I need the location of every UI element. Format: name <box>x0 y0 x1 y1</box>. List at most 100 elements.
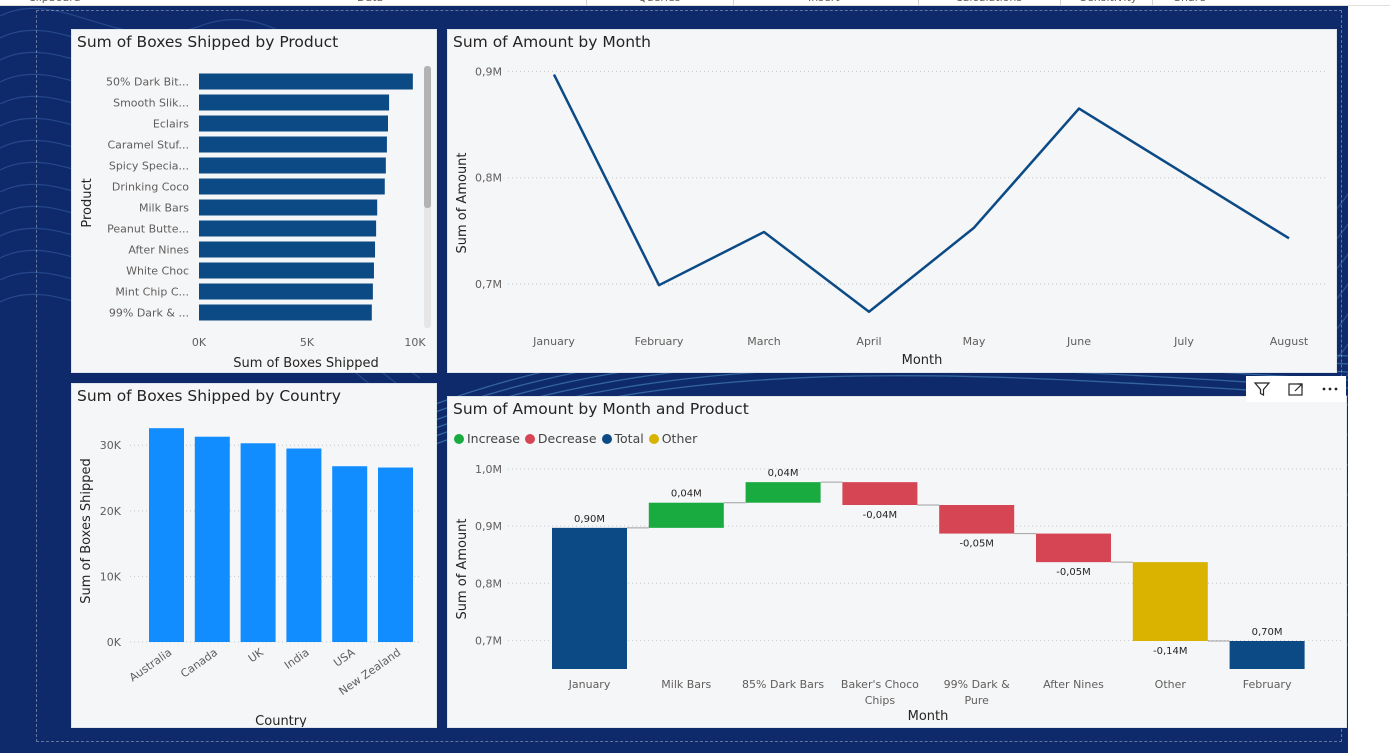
category-label: Spicy Specia... <box>109 160 189 173</box>
x-tick-label-line: Chips <box>865 694 896 707</box>
x-tick-label-line: Baker's Choco <box>841 678 919 691</box>
x-tick-label: February <box>1243 678 1292 691</box>
x-tick-label: Australia <box>127 646 174 685</box>
x-tick-label-line: Milk Bars <box>661 678 711 691</box>
y-axis-title: Product <box>80 178 95 227</box>
x-tick-label: May <box>963 335 986 348</box>
waterfall-bar <box>842 482 918 505</box>
x-tick-label: USA <box>331 646 357 670</box>
bar <box>194 436 230 642</box>
category-label: Peanut Butte... <box>107 223 189 236</box>
canvas-right-margin <box>1348 6 1390 753</box>
scrollbar-thumb[interactable] <box>424 66 431 208</box>
ribbon-group-label: Share <box>1174 0 1206 4</box>
data-label: -0,04M <box>863 510 898 521</box>
x-tick-label: January <box>568 678 611 691</box>
x-tick-label: 5K <box>300 336 315 349</box>
x-tick-label: 85% Dark Bars <box>742 678 824 691</box>
x-tick-label-line: After Nines <box>1043 678 1104 691</box>
ribbon-group-label: Queries <box>638 0 680 4</box>
y-tick-label: 30K <box>100 439 122 452</box>
visual-amount-waterfall[interactable]: Sum of Amount by Month and Product Incre… <box>447 396 1347 728</box>
data-label: -0,14M <box>1153 646 1188 657</box>
bar <box>149 428 184 642</box>
bar <box>199 73 413 90</box>
ribbon-group-label: Insert <box>808 0 840 4</box>
x-tick-label: June <box>1066 335 1091 348</box>
x-tick-label-line: 85% Dark Bars <box>742 678 824 691</box>
filter-button[interactable] <box>1248 378 1276 400</box>
x-tick-label: Canada <box>178 646 220 681</box>
ribbon-group-label: Sensitivity <box>1080 0 1137 4</box>
visual-boxes-by-country[interactable]: Sum of Boxes Shipped by Country 0K 10K 20K… <box>71 383 437 728</box>
x-tick-label: After Nines <box>1043 678 1104 691</box>
x-axis-title: Month <box>908 709 949 724</box>
x-tick-label: April <box>856 335 881 348</box>
bar <box>199 199 378 216</box>
series-line <box>552 73 1290 314</box>
category-label: Milk Bars <box>139 202 189 215</box>
y-tick-label: 20K <box>100 505 122 518</box>
bar <box>199 304 372 321</box>
visual-header-toolbar <box>1246 376 1346 402</box>
bar <box>378 467 413 642</box>
x-tick-label: Milk Bars <box>661 678 711 691</box>
data-label: 0,04M <box>768 468 799 479</box>
x-tick-label-line: January <box>568 678 611 691</box>
column-chart-country: 0K10K20K30KAustralia Canada UK India USANew … <box>79 428 422 728</box>
y-tick-label: 0,8M <box>475 172 502 185</box>
report-canvas: Sum of Boxes Shipped by Product 50% Dark… <box>0 6 1390 753</box>
x-tick-label: February <box>635 335 684 348</box>
x-tick-label: 99% Dark & Pure <box>944 678 1011 707</box>
x-tick-label-line: February <box>1243 678 1292 691</box>
bar <box>199 178 385 195</box>
waterfall-bar <box>745 482 821 503</box>
y-tick-label: 1,0M <box>475 463 502 476</box>
x-tick-label: July <box>1173 335 1194 348</box>
y-tick-label: 0,8M <box>475 577 502 590</box>
bar <box>199 115 388 132</box>
x-tick-label: August <box>1270 335 1309 348</box>
bar <box>199 283 373 300</box>
category-label: Smooth Slik... <box>113 97 189 110</box>
y-tick-label: 0,9M <box>475 65 502 78</box>
bar-chart-product: 50% Dark Bit... Smooth Slik... Eclairs Cara… <box>80 73 426 371</box>
line-chart-month: 0,7M 0,8M 0,9M January February March April May… <box>455 65 1328 368</box>
x-tick-label-line: 99% Dark & <box>944 678 1011 691</box>
waterfall-bar <box>1229 641 1305 669</box>
waterfall-chart: 0,7M 0,8M 0,9M 1,0M 0,90M January 0,04M Milk Ba… <box>455 463 1343 724</box>
bar <box>199 220 377 237</box>
more-options-button[interactable] <box>1316 378 1344 400</box>
bar <box>286 448 322 642</box>
x-axis-title: Country <box>255 714 307 728</box>
visual-boxes-by-product[interactable]: Sum of Boxes Shipped by Product 50% Dark… <box>71 29 437 373</box>
data-label: -0,05M <box>1056 567 1091 578</box>
waterfall-bar <box>1132 562 1208 641</box>
x-tick-label: UK <box>246 645 267 665</box>
x-tick-label: 0K <box>192 336 207 349</box>
data-label: 0,90M <box>574 514 605 525</box>
category-label: 50% Dark Bit... <box>106 76 189 89</box>
y-axis-title: Sum of Amount <box>455 152 470 253</box>
data-label: 0,70M <box>1252 627 1283 638</box>
waterfall-bar <box>552 527 627 669</box>
visual-amount-by-month[interactable]: Sum of Amount by Month 0,7M 0,8M 0,9M Janua… <box>447 29 1337 373</box>
y-axis-title: Sum of Boxes Shipped <box>79 458 94 603</box>
focus-mode-button[interactable] <box>1282 378 1310 400</box>
vertical-scrollbar[interactable] <box>424 66 431 328</box>
filter-icon <box>1253 382 1271 396</box>
category-label: 99% Dark & ... <box>109 307 189 320</box>
category-label: Drinking Coco <box>112 181 189 194</box>
data-label: 0,04M <box>671 489 702 500</box>
x-axis-title: Sum of Boxes Shipped <box>233 356 378 371</box>
x-tick-label: January <box>532 335 575 348</box>
x-tick-label: Other <box>1155 678 1187 691</box>
x-tick-label: 10K <box>404 336 426 349</box>
category-label: Mint Chip C... <box>115 286 189 299</box>
y-tick-label: 0K <box>107 636 122 649</box>
category-label: Eclairs <box>153 118 189 131</box>
y-axis-title: Sum of Amount <box>455 518 470 619</box>
bar <box>199 157 386 174</box>
category-label: Caramel Stuf... <box>107 139 189 152</box>
x-axis-title: Month <box>902 353 943 368</box>
